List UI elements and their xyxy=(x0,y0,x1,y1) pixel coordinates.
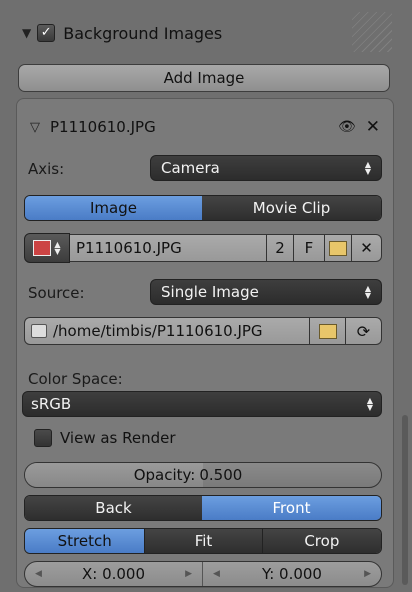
depth-front-button[interactable]: Front xyxy=(202,496,381,520)
opacity-label: Opacity: xyxy=(133,466,196,484)
decrement-arrow-icon[interactable]: ◀ xyxy=(213,569,220,579)
offset-y-field[interactable]: ◀ Y: 0.000 ▶ xyxy=(203,562,381,586)
view-as-render-label: View as Render xyxy=(60,429,176,447)
panel-drag-grip[interactable] xyxy=(352,12,392,52)
source-type-tabs: Image Movie Clip xyxy=(24,195,382,221)
reload-button[interactable]: ⟳ xyxy=(346,317,382,345)
depth-toggle: Back Front xyxy=(24,495,382,521)
axis-value: Camera xyxy=(161,159,220,177)
offset-fields: ◀ X: 0.000 ▶ ◀ Y: 0.000 ▶ xyxy=(24,561,382,587)
open-image-button[interactable] xyxy=(324,234,352,262)
dropdown-arrows-icon: ▲ ▼ xyxy=(364,284,371,300)
expand-triangle-icon[interactable]: ▽ xyxy=(30,120,40,135)
view-as-render-toggle[interactable]: View as Render xyxy=(34,427,176,449)
image-name-value: P1110610.JPG xyxy=(76,239,182,257)
file-disk-icon xyxy=(31,324,47,338)
opacity-slider[interactable]: Opacity: 0.500 xyxy=(24,462,382,488)
fake-user-label: F xyxy=(304,239,314,257)
frame-fit-label: Fit xyxy=(194,532,213,550)
axis-dropdown[interactable]: Camera ▲ ▼ xyxy=(150,155,382,181)
dropdown-arrows-icon: ▲ ▼ xyxy=(364,160,371,176)
filepath-field[interactable]: /home/timbis/P1110610.JPG xyxy=(24,317,310,345)
panel-header-background-images[interactable]: ▼ ✓ Background Images xyxy=(16,12,392,54)
filepath-value: /home/timbis/P1110610.JPG xyxy=(53,322,263,340)
image-datablock-row: ▲ ▼ P1110610.JPG 2 F ✕ xyxy=(24,233,382,263)
filepath-row: /home/timbis/P1110610.JPG ⟳ xyxy=(24,317,382,345)
reload-icon: ⟳ xyxy=(356,321,371,341)
close-icon[interactable]: ✕ xyxy=(366,117,380,137)
opacity-value: 0.500 xyxy=(199,466,243,484)
increment-arrow-icon[interactable]: ▶ xyxy=(185,569,192,579)
increment-arrow-icon[interactable]: ▶ xyxy=(364,569,371,579)
source-label: Source: xyxy=(28,284,85,302)
tab-image[interactable]: Image xyxy=(25,196,202,220)
source-dropdown[interactable]: Single Image ▲ ▼ xyxy=(150,279,382,305)
frame-stretch-label: Stretch xyxy=(57,532,112,550)
browse-file-button[interactable] xyxy=(310,317,346,345)
frame-stretch-button[interactable]: Stretch xyxy=(25,529,145,553)
tab-movie-clip[interactable]: Movie Clip xyxy=(202,196,381,220)
image-browse-button[interactable]: ▲ ▼ xyxy=(24,233,70,263)
depth-front-label: Front xyxy=(272,499,311,517)
tab-image-label: Image xyxy=(90,199,137,217)
image-item-header[interactable]: ▽ P1110610.JPG 👁 ✕ xyxy=(30,114,380,140)
image-item-name: P1110610.JPG xyxy=(50,118,156,136)
source-value: Single Image xyxy=(161,283,259,301)
view-as-render-checkbox[interactable] xyxy=(34,429,52,447)
color-space-dropdown[interactable]: sRGB ▲ ▼ xyxy=(22,391,382,417)
background-images-checkbox[interactable]: ✓ xyxy=(37,24,56,42)
panel-title: Background Images xyxy=(63,23,223,43)
color-space-value: sRGB xyxy=(31,395,72,413)
fake-user-button[interactable]: F xyxy=(294,234,324,262)
unlink-x-icon: ✕ xyxy=(360,239,373,257)
users-count-value: 2 xyxy=(275,239,285,257)
add-image-button[interactable]: Add Image xyxy=(18,64,390,92)
eye-icon[interactable]: 👁 xyxy=(338,119,356,135)
add-image-label: Add Image xyxy=(163,69,245,87)
browse-arrows-icon: ▲ ▼ xyxy=(54,240,61,256)
panel-scrollbar[interactable] xyxy=(402,415,408,585)
offset-y-value: Y: 0.000 xyxy=(262,565,322,583)
image-name-field[interactable]: P1110610.JPG xyxy=(70,234,266,262)
offset-x-value: X: 0.000 xyxy=(81,565,146,583)
users-count[interactable]: 2 xyxy=(266,234,294,262)
decrement-arrow-icon[interactable]: ◀ xyxy=(35,569,42,579)
frame-crop-button[interactable]: Crop xyxy=(261,529,381,553)
frame-method-toggle: Stretch Fit Crop xyxy=(24,528,382,554)
folder-icon xyxy=(329,240,347,256)
depth-back-button[interactable]: Back xyxy=(25,496,202,520)
image-picture-icon xyxy=(33,240,52,256)
dropdown-arrows-icon: ▲ ▼ xyxy=(366,396,373,412)
tab-movie-clip-label: Movie Clip xyxy=(252,199,331,217)
unlink-image-button[interactable]: ✕ xyxy=(352,234,382,262)
offset-x-field[interactable]: ◀ X: 0.000 ▶ xyxy=(25,562,203,586)
axis-label: Axis: xyxy=(28,160,65,178)
opacity-readout: Opacity: 0.500 xyxy=(25,463,381,487)
color-space-label: Color Space: xyxy=(28,370,123,388)
depth-back-label: Back xyxy=(95,499,132,517)
frame-crop-label: Crop xyxy=(304,532,340,550)
folder-icon xyxy=(318,323,337,339)
collapse-triangle-icon[interactable]: ▼ xyxy=(22,26,31,40)
frame-fit-button[interactable]: Fit xyxy=(144,529,262,553)
